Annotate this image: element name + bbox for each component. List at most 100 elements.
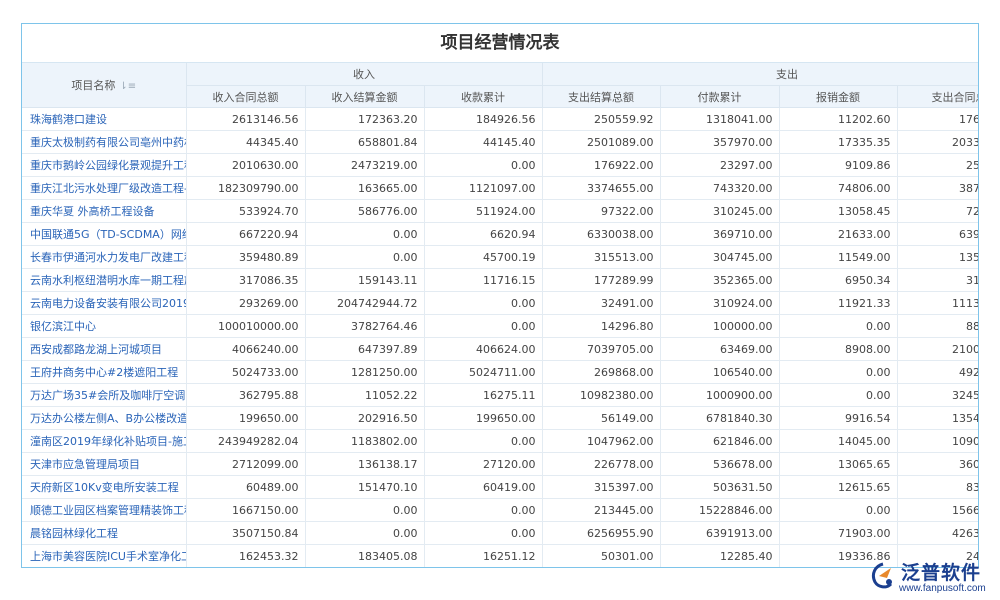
column-header[interactable]: 收入合同总额: [186, 85, 306, 108]
table-row[interactable]: 上海市美容医院ICU手术室净化工程 162453.32 183405.08 16251…: [22, 544, 978, 567]
table-row[interactable]: 云南电力设备安装有限公司2019--2293269.00204742944.72…: [22, 291, 978, 315]
table-row[interactable]: 长春市伊通河水力发电厂改建工程 359480.89 0.00 45700.19 3155…: [22, 245, 978, 269]
project-name-link[interactable]: 长春市伊通河水力发电厂改建工程: [22, 245, 187, 269]
table-cell: 14045.00: [779, 429, 898, 453]
table-cell: 6390038.00: [897, 222, 978, 246]
table-cell: 6330038.00: [542, 222, 661, 246]
table-row[interactable]: 重庆华夏 外高桥工程设备 533924.70 586776.00 511924.00 9…: [22, 199, 978, 223]
table-cell: 13058.45: [779, 199, 898, 223]
table-row[interactable]: 潼南区2019年绿化补贴项目-施工2 243949282.04 1183802.00…: [22, 429, 978, 453]
table-cell: 23297.00: [660, 153, 780, 177]
table-row[interactable]: 晨铭园林绿化工程 3507150.84 0.00 0.00 6256955.90 6391…: [22, 521, 978, 545]
table-cell: 2613146.56: [186, 107, 306, 131]
table-cell: 151470.10: [305, 475, 425, 499]
table-row[interactable]: 天津市应急管理局项目 2712099.00 136138.17 27120.00 226…: [22, 452, 978, 476]
table-row[interactable]: 万达广场35#会所及咖啡厅空调安装362795.8811052.2216275.…: [22, 383, 978, 407]
table-row[interactable]: 重庆太极制药有限公司亳州中药材仓44345.40658801.8444145.4…: [22, 130, 978, 154]
table-cell: 16251.12: [424, 544, 543, 567]
sort-icon[interactable]: ⇂≡: [119, 81, 136, 92]
table-cell: 310245.00: [660, 199, 780, 223]
project-name-link[interactable]: 重庆市鹅岭公园绿化景观提升工程施: [22, 153, 187, 177]
table-row[interactable]: 天府新区10Kv变电所安装工程 60489.00 151470.10 60419.00…: [22, 475, 978, 499]
table-row[interactable]: 顺德工业园区档案管理精装饰工程 1667150.00 0.00 0.00 213445.…: [22, 498, 978, 522]
table-row[interactable]: 万达办公楼左侧A、B办公楼改造建 199650.00 202916.50 199650…: [22, 406, 978, 430]
brand-watermark: 泛普软件 www.fanpusoft.com: [869, 558, 994, 598]
table-cell: 6781840.30: [660, 406, 780, 430]
project-name-link[interactable]: 天津市应急管理局项目: [22, 452, 187, 476]
project-name-link[interactable]: 万达办公楼左侧A、B办公楼改造建: [22, 406, 187, 430]
project-name-link[interactable]: 王府井商务中心#2楼遮阳工程: [22, 360, 187, 384]
table-cell: 0.00: [779, 383, 898, 407]
table-cell: 352365.00: [660, 268, 780, 292]
table-cell: 3601617.00: [897, 452, 978, 476]
table-cell: 199650.00: [186, 406, 306, 430]
table-row[interactable]: 重庆江北污水处理厂级改造工程-道 182309790.00 163665.00 112…: [22, 176, 978, 200]
table-cell: 2010630.00: [186, 153, 306, 177]
table-cell: 13065.65: [779, 452, 898, 476]
table-cell: 0.00: [305, 245, 425, 269]
table-cell: 60489.00: [186, 475, 306, 499]
table-row[interactable]: 银亿滨江中心 100010000.00 3782764.46 0.00 14296.80…: [22, 314, 978, 338]
table-cell: 533924.70: [186, 199, 306, 223]
column-header-project-name[interactable]: 项目名称 ⇂≡: [22, 63, 187, 108]
table-cell: 183405.08: [305, 544, 425, 567]
table-cell: 621846.00: [660, 429, 780, 453]
table-cell: 204742944.72: [305, 291, 425, 315]
table-cell: 12285.40: [660, 544, 780, 567]
column-header[interactable]: 收入结算金额: [305, 85, 425, 108]
income-group-header: 收入: [186, 63, 543, 86]
table-cell: 182309790.00: [186, 176, 306, 200]
project-name-link[interactable]: 银亿滨江中心: [22, 314, 187, 338]
table-cell: 159143.11: [305, 268, 425, 292]
column-header[interactable]: 报销金额: [779, 85, 898, 108]
table-cell: 1765690.04: [897, 107, 978, 131]
table-cell: 243949282.04: [186, 429, 306, 453]
table-cell: 8908.00: [779, 337, 898, 361]
table-cell: 5024733.00: [186, 360, 306, 384]
table-row[interactable]: 云南水利枢纽潜明水库一期工程施工317086.35159143.1111716.…: [22, 268, 978, 292]
brand-name: 泛普软件: [901, 562, 982, 584]
project-name-link[interactable]: 中国联通5G（TD-SCDMA）网络三: [22, 222, 187, 246]
project-name-link[interactable]: 万达广场35#会所及咖啡厅空调安装: [22, 383, 187, 407]
table-cell: 658801.84: [305, 130, 425, 154]
table-cell: 213445.00: [542, 498, 661, 522]
table-cell: 50301.00: [542, 544, 661, 567]
project-name-link[interactable]: 潼南区2019年绿化补贴项目-施工2: [22, 429, 187, 453]
brand-logo-icon: [871, 562, 893, 589]
project-name-link[interactable]: 重庆江北污水处理厂级改造工程-道: [22, 176, 187, 200]
table-row[interactable]: 中国联通5G（TD-SCDMA）网络三667220.940.006620.946…: [22, 222, 978, 246]
table-cell: 9109.86: [779, 153, 898, 177]
table-cell: 1350378.00: [897, 245, 978, 269]
project-name-link[interactable]: 顺德工业园区档案管理精装饰工程: [22, 498, 187, 522]
table-cell: 7039705.00: [542, 337, 661, 361]
table-cell: 0.00: [424, 153, 543, 177]
project-name-link[interactable]: 晨铭园林绿化工程: [22, 521, 187, 545]
table-cell: 362795.88: [186, 383, 306, 407]
column-header[interactable]: 支出结算总额: [542, 85, 661, 108]
project-name-link[interactable]: 西安成都路龙湖上河城项目: [22, 337, 187, 361]
table-cell: 32454200.00: [897, 383, 978, 407]
table-cell: 0.00: [779, 314, 898, 338]
table-cell: 536678.00: [660, 452, 780, 476]
column-header[interactable]: 付款累计: [660, 85, 780, 108]
table-row[interactable]: 重庆市鹅岭公园绿化景观提升工程施2010630.002473219.000.00…: [22, 153, 978, 177]
table-cell: 317738.49: [897, 268, 978, 292]
table-cell: 199650.00: [424, 406, 543, 430]
project-name-link[interactable]: 重庆太极制药有限公司亳州中药材仓: [22, 130, 187, 154]
project-name-link[interactable]: 云南电力设备安装有限公司2019--2: [22, 291, 187, 315]
table-cell: 10982380.00: [542, 383, 661, 407]
project-name-link[interactable]: 天府新区10Kv变电所安装工程: [22, 475, 187, 499]
project-name-link[interactable]: 珠海鹤港口建设: [22, 107, 187, 131]
project-name-link[interactable]: 上海市美容医院ICU手术室净化工程: [22, 544, 187, 567]
project-name-link[interactable]: 云南水利枢纽潜明水库一期工程施工: [22, 268, 187, 292]
column-header[interactable]: 支出合同总额: [897, 85, 978, 108]
column-header[interactable]: 收款累计: [424, 85, 543, 108]
table-row[interactable]: 西安成都路龙湖上河城项目 4066240.00 647397.89 406624.00…: [22, 337, 978, 361]
table-row[interactable]: 王府井商务中心#2楼遮阳工程 5024733.00 1281250.00 502471…: [22, 360, 978, 384]
project-name-link[interactable]: 重庆华夏 外高桥工程设备: [22, 199, 187, 223]
table-cell: 359480.89: [186, 245, 306, 269]
table-row[interactable]: 珠海鹤港口建设 2613146.56 172363.20 184926.56 25055…: [22, 107, 978, 131]
table-cell: 304745.00: [660, 245, 780, 269]
table-cell: 743320.00: [660, 176, 780, 200]
table-cell: 17335.35: [779, 130, 898, 154]
